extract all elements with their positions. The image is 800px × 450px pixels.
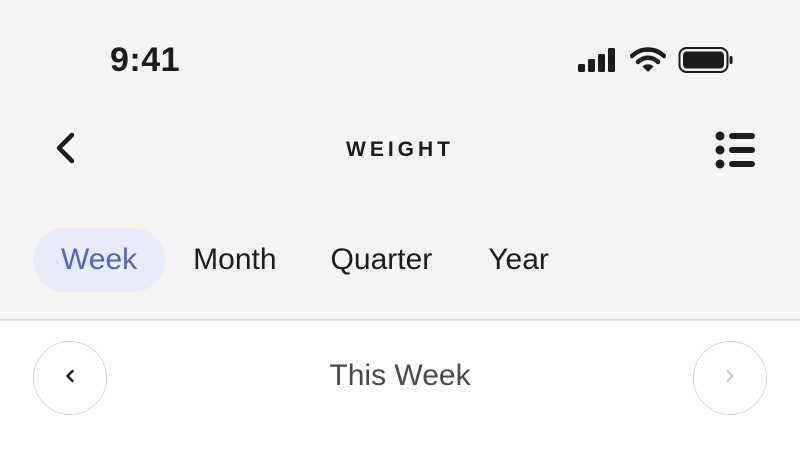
period-selector: This Week: [0, 321, 800, 450]
header-area: 9:41 WEIGHT Week Month Quarter Year: [0, 0, 800, 320]
weight-screen: 9:41 WEIGHT Week Month Quarter Year This…: [0, 0, 800, 450]
page-title: WEIGHT: [346, 138, 454, 161]
list-view-button[interactable]: [708, 124, 764, 180]
wifi-icon: [630, 47, 666, 73]
tab-year[interactable]: Year: [460, 228, 577, 292]
status-time: 9:41: [110, 41, 181, 79]
period-tabs: Week Month Quarter Year: [33, 228, 577, 292]
signal-icon: [578, 48, 618, 72]
battery-icon: [678, 46, 734, 74]
tab-quarter[interactable]: Quarter: [303, 228, 461, 292]
next-period-button[interactable]: [693, 341, 767, 415]
tab-month[interactable]: Month: [165, 228, 302, 292]
tab-week[interactable]: Week: [33, 228, 166, 292]
period-label: This Week: [329, 359, 471, 392]
chevron-right-icon: [723, 368, 737, 389]
status-icons: [578, 44, 734, 76]
list-icon: [715, 130, 757, 175]
navigation-bar: WEIGHT: [0, 118, 800, 190]
